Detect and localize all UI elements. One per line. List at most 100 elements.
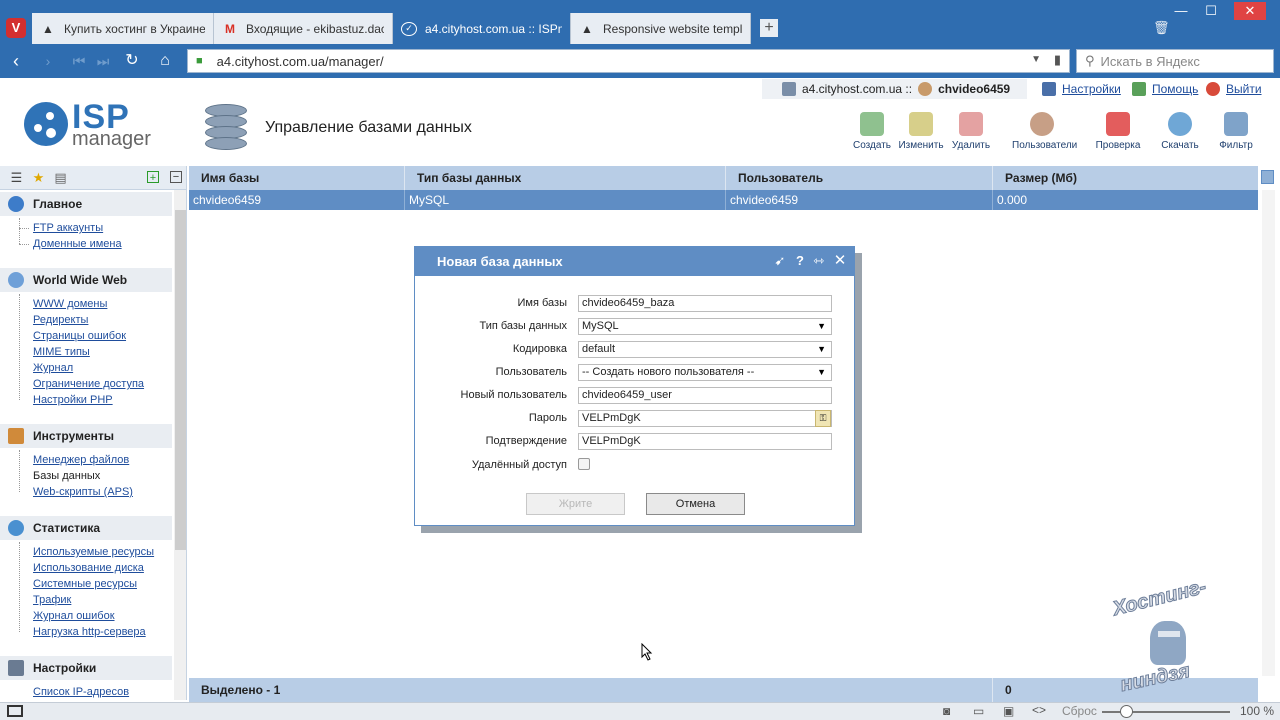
col-size[interactable]: Размер (Мб) [993, 166, 1258, 190]
url-dropdown-icon[interactable]: ▼ [1031, 54, 1041, 65]
zoom-slider-handle[interactable] [1120, 705, 1133, 718]
page-title: Управление базами данных [265, 119, 472, 136]
table-scrollbar[interactable] [1262, 190, 1275, 676]
sidebar-item-log[interactable]: Журнал [33, 362, 73, 374]
delete-button[interactable]: Удалить [941, 112, 1001, 154]
briefcase-icon[interactable]: ▤ [53, 170, 68, 185]
remote-access-checkbox[interactable] [578, 458, 590, 470]
back-icon[interactable]: ‹ [5, 51, 27, 71]
sidebar-group-stats[interactable]: Статистика [0, 516, 172, 540]
check-button[interactable]: Проверка [1088, 112, 1148, 154]
create-icon [860, 112, 884, 136]
list-icon[interactable]: ☰ [9, 170, 24, 185]
bookmark-icon[interactable]: ▮ [1054, 52, 1061, 68]
user-select[interactable]: -- Создать нового пользователя -- ▼ [578, 364, 832, 381]
settings-group-icon [8, 660, 24, 676]
search-input[interactable]: ⚲ Искать в Яндекс [1076, 49, 1274, 73]
logout-link-wrap[interactable]: Выйти [1206, 79, 1262, 99]
camera-icon[interactable]: ◙ [943, 704, 950, 718]
tab-ispmanager[interactable]: ✓ a4.cityhost.com.ua :: ISPman [393, 13, 571, 44]
resize-icon[interactable]: ⇿ [811, 253, 827, 269]
sidebar-group-settings[interactable]: Настройки [0, 656, 172, 680]
table-row[interactable]: chvideo6459 MySQL chvideo6459 0.000 [189, 190, 1258, 210]
sidebar-item-system[interactable]: Системные ресурсы [33, 578, 137, 590]
home-icon[interactable]: ⌂ [154, 51, 176, 71]
db-name-input[interactable]: chvideo6459_baza [578, 295, 832, 312]
logout-link[interactable]: Выйти [1226, 82, 1262, 96]
columns-config-icon[interactable] [1261, 170, 1274, 184]
vivaldi-logo-icon[interactable]: V [6, 18, 26, 38]
generate-password-icon[interactable]: ⚿ [815, 410, 831, 427]
tools-icon [8, 428, 24, 444]
sidebar-item-error-pages[interactable]: Страницы ошибок [33, 330, 126, 342]
sidebar-scrollbar[interactable] [174, 190, 186, 700]
col-db-type[interactable]: Тип базы данных [405, 166, 726, 190]
help-link-wrap[interactable]: Помощь [1132, 79, 1198, 99]
sidebar-scroll-thumb[interactable] [175, 210, 186, 550]
code-icon[interactable]: <> [1032, 703, 1046, 717]
sidebar-item-disk[interactable]: Использование диска [33, 562, 144, 574]
minimize-icon[interactable]: — [1166, 2, 1196, 20]
sidebar-item-traffic[interactable]: Трафик [33, 594, 71, 606]
close-dialog-icon[interactable]: ✕ [832, 253, 848, 269]
sidebar-item-ftp[interactable]: FTP аккаунты [33, 222, 103, 234]
sidebar-item-mime[interactable]: MIME типы [33, 346, 90, 358]
fast-forward-icon[interactable]: ⏭ [92, 51, 114, 71]
col-db-name[interactable]: Имя базы [189, 166, 405, 190]
sidebar-item-php[interactable]: Настройки PHP [33, 394, 113, 406]
help-dialog-icon[interactable]: ? [792, 253, 808, 269]
user-bar: a4.cityhost.com.ua :: chvideo6459 Настро… [762, 79, 1280, 99]
sidebar-item-redirects[interactable]: Редиректы [33, 314, 88, 326]
sidebar-group-main[interactable]: Главное [0, 192, 172, 216]
sidebar-group-tools[interactable]: Инструменты [0, 424, 172, 448]
close-window-icon[interactable]: ✕ [1234, 2, 1266, 20]
sidebar-item-domains[interactable]: Доменные имена [33, 238, 122, 250]
cancel-button[interactable]: Отмена [646, 493, 745, 515]
maximize-icon[interactable]: ☐ [1196, 2, 1226, 20]
star-icon[interactable]: ★ [31, 170, 46, 185]
sidebar-item-error-log[interactable]: Журнал ошибок [33, 610, 115, 622]
tab-responsive-template[interactable]: ▲ Responsive website templat [571, 13, 751, 44]
panel-toggle-icon[interactable] [7, 705, 23, 717]
ok-button[interactable]: Жрите [526, 493, 625, 515]
download-button[interactable]: Скачать [1150, 112, 1210, 154]
encoding-select[interactable]: default ▼ [578, 341, 832, 358]
main-group-icon [8, 196, 24, 212]
sidebar-item-databases[interactable]: Базы данных [33, 470, 100, 482]
rewind-icon[interactable]: ⏮ [68, 51, 90, 71]
db-type-select[interactable]: MySQL ▼ [578, 318, 832, 335]
pin-icon[interactable]: ➹ [772, 253, 788, 269]
image-icon[interactable]: ▣ [1003, 704, 1014, 718]
forward-icon[interactable]: › [37, 51, 59, 71]
url-input[interactable]: ■ a4.cityhost.com.ua/manager/ ▼ ▮ [187, 49, 1070, 73]
sidebar-item-file-manager[interactable]: Менеджер файлов [33, 454, 129, 466]
confirm-password-input[interactable]: VELPmDgK [578, 433, 832, 450]
new-user-input[interactable]: chvideo6459_user [578, 387, 832, 404]
settings-link-wrap[interactable]: Настройки [1042, 79, 1121, 99]
sidebar-item-www-domains[interactable]: WWW домены [33, 298, 107, 310]
window-icon[interactable]: ▭ [973, 704, 984, 718]
trash-icon[interactable]: 🗑 [1153, 20, 1170, 36]
sidebar-group-www[interactable]: World Wide Web [0, 268, 172, 292]
new-tab-button[interactable]: + [760, 19, 778, 37]
tab-hosting[interactable]: ▲ Купить хостинг в Украине, f [32, 13, 214, 44]
help-icon [1132, 82, 1146, 96]
sidebar-item-resources[interactable]: Используемые ресурсы [33, 546, 154, 558]
sidebar-item-ip-list[interactable]: Список IP-адресов [33, 686, 129, 698]
globe-icon [8, 272, 24, 288]
reload-icon[interactable]: ↻ [121, 51, 143, 71]
sidebar-item-access[interactable]: Ограничение доступа [33, 378, 144, 390]
password-input[interactable]: VELPmDgK ⚿ [578, 410, 832, 427]
users-button[interactable]: Пользователи [1012, 112, 1077, 154]
sidebar-item-aps[interactable]: Web-скрипты (APS) [33, 486, 133, 498]
tab-gmail[interactable]: M Входящие - ekibastuz.daciev [214, 13, 393, 44]
dialog-title-bar[interactable]: Новая база данных [415, 247, 854, 276]
settings-link[interactable]: Настройки [1062, 82, 1121, 96]
sidebar-item-http-load[interactable]: Нагрузка http-сервера [33, 626, 146, 638]
expand-all-icon[interactable]: + [147, 171, 159, 184]
filter-button[interactable]: Фильтр [1206, 112, 1266, 154]
collapse-all-icon[interactable]: − [170, 171, 182, 183]
col-user[interactable]: Пользователь [726, 166, 993, 190]
hosting-ninja-watermark: Хостинг- ниндзя [1110, 575, 1209, 697]
help-link[interactable]: Помощь [1152, 82, 1198, 96]
